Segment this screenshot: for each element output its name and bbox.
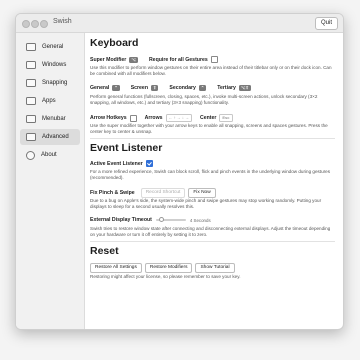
sidebar: General Windows Snapping Apps Menubar Ad… (16, 33, 85, 329)
restore-all-settings-button[interactable]: Restore All Settings (90, 263, 142, 273)
require-all-gestures-label: Require for all Gestures (148, 56, 208, 63)
arrow-hotkeys-row: Arrow Hotkeys Arrows ← ↑ → ↓ → Center Es… (90, 114, 233, 122)
show-tutorial-button[interactable]: Show Tutorial (195, 263, 235, 273)
active-event-listener-description: For a more refined experience, Swish can… (90, 169, 331, 180)
sidebar-item-about[interactable]: About (20, 147, 80, 163)
general-modifier-key[interactable]: ⌃ (112, 85, 120, 91)
sidebar-item-label: Advanced (42, 134, 69, 140)
super-modifier-row: Super Modifier ⌥ Require for all Gesture… (90, 56, 218, 63)
require-all-gestures-checkbox[interactable] (210, 56, 218, 63)
zoom-window-icon[interactable] (40, 20, 48, 28)
secondary-modifier-key[interactable]: ⌃ (198, 85, 207, 91)
quit-button[interactable]: Quit (314, 17, 338, 30)
section-title-reset: Reset (90, 245, 119, 257)
arrow-hotkeys-label: Arrow Hotkeys (90, 115, 127, 121)
about-icon (26, 150, 35, 160)
snapping-icon (26, 79, 36, 87)
external-display-timeout-label: External Display Timeout (90, 217, 152, 223)
secondary-modifier-label: Secondary (169, 85, 196, 91)
reset-description: Restoring might affect your license, so … (90, 274, 241, 279)
external-display-timeout-row: External Display Timeout 4 Seconds (90, 217, 211, 223)
timeout-slider-knob[interactable] (158, 217, 164, 223)
record-shortcut-button[interactable]: Record Shortcut (140, 188, 186, 198)
advanced-icon (26, 133, 36, 141)
sidebar-item-apps[interactable]: Apps (20, 93, 80, 109)
divider (90, 241, 335, 242)
sidebar-item-label: About (41, 152, 57, 158)
general-icon (26, 43, 36, 51)
screen-modifier-key[interactable]: ⇧ (151, 85, 159, 91)
arrow-hotkeys-description: Use the super modifier together with you… (90, 123, 328, 134)
divider (90, 138, 335, 139)
arrows-label: Arrows (144, 115, 163, 121)
active-event-listener-checkbox[interactable] (145, 160, 153, 167)
timeout-slider[interactable] (155, 217, 186, 223)
screen-modifier-label: Screen (130, 85, 148, 91)
sidebar-item-snapping[interactable]: Snapping (20, 75, 80, 91)
sidebar-item-label: General (42, 44, 64, 50)
super-modifier-label: Super Modifier (90, 56, 127, 63)
titlebar: Swish Quit (16, 14, 343, 33)
menubar-icon (26, 115, 36, 123)
active-event-listener-row: Active Event Listener (90, 160, 153, 167)
settings-window: Swish Quit General Windows Snapping Apps… (15, 13, 344, 330)
sidebar-item-label: Snapping (42, 80, 68, 86)
super-modifier-description: Use this modifier to perform window gest… (90, 65, 332, 76)
sidebar-item-windows[interactable]: Windows (20, 57, 80, 73)
sidebar-item-advanced[interactable]: Advanced (20, 129, 80, 145)
minimize-window-icon[interactable] (31, 20, 39, 28)
external-display-timeout-description: Swish tries to restore window state afte… (90, 226, 331, 237)
restore-modifiers-button[interactable]: Restore Modifiers (144, 263, 193, 273)
sidebar-item-label: Windows (42, 62, 67, 68)
section-title-event-listener: Event Listener (90, 142, 163, 154)
tertiary-modifier-key[interactable]: ⌥⇧ (238, 85, 251, 91)
arrows-field[interactable]: ← ↑ → ↓ → (165, 114, 192, 122)
active-event-listener-label: Active Event Listener (90, 160, 143, 167)
reset-buttons-row: Restore All Settings Restore Modifiers S… (90, 263, 238, 273)
sidebar-item-label: Menubar (42, 116, 66, 122)
modifier-keys-description: Perform general functions (fullscreen, c… (90, 94, 318, 105)
window-title: Swish (53, 18, 72, 25)
general-modifier-label: General (90, 85, 110, 91)
tertiary-modifier-label: Tertiary (217, 85, 236, 91)
timeout-value: 4 Seconds (189, 217, 211, 223)
section-title-keyboard: Keyboard (90, 37, 139, 49)
fix-pinch-swipe-row: Fix Pinch & Swipe Record Shortcut Fix No… (90, 188, 219, 198)
fix-pinch-swipe-label: Fix Pinch & Swipe (90, 190, 135, 196)
fix-pinch-swipe-description: Due to a bug on Apple's side, the system… (90, 198, 322, 209)
close-window-icon[interactable] (22, 20, 30, 28)
apps-icon (26, 97, 36, 105)
fix-now-button[interactable]: Fix Now (188, 188, 216, 198)
center-label: Center (199, 115, 217, 121)
sidebar-item-label: Apps (42, 98, 56, 104)
center-field[interactable]: Esc (219, 114, 233, 122)
super-modifier-key[interactable]: ⌥ (129, 56, 138, 63)
windows-icon (26, 61, 36, 69)
arrow-hotkeys-checkbox[interactable] (129, 114, 137, 122)
main-content: Keyboard Super Modifier ⌥ Require for al… (88, 34, 337, 329)
sidebar-item-general[interactable]: General (20, 39, 80, 55)
modifier-keys-row: General ⌃ Screen ⇧ Secondary ⌃ Tertiary … (90, 85, 254, 91)
sidebar-item-menubar[interactable]: Menubar (20, 111, 80, 127)
